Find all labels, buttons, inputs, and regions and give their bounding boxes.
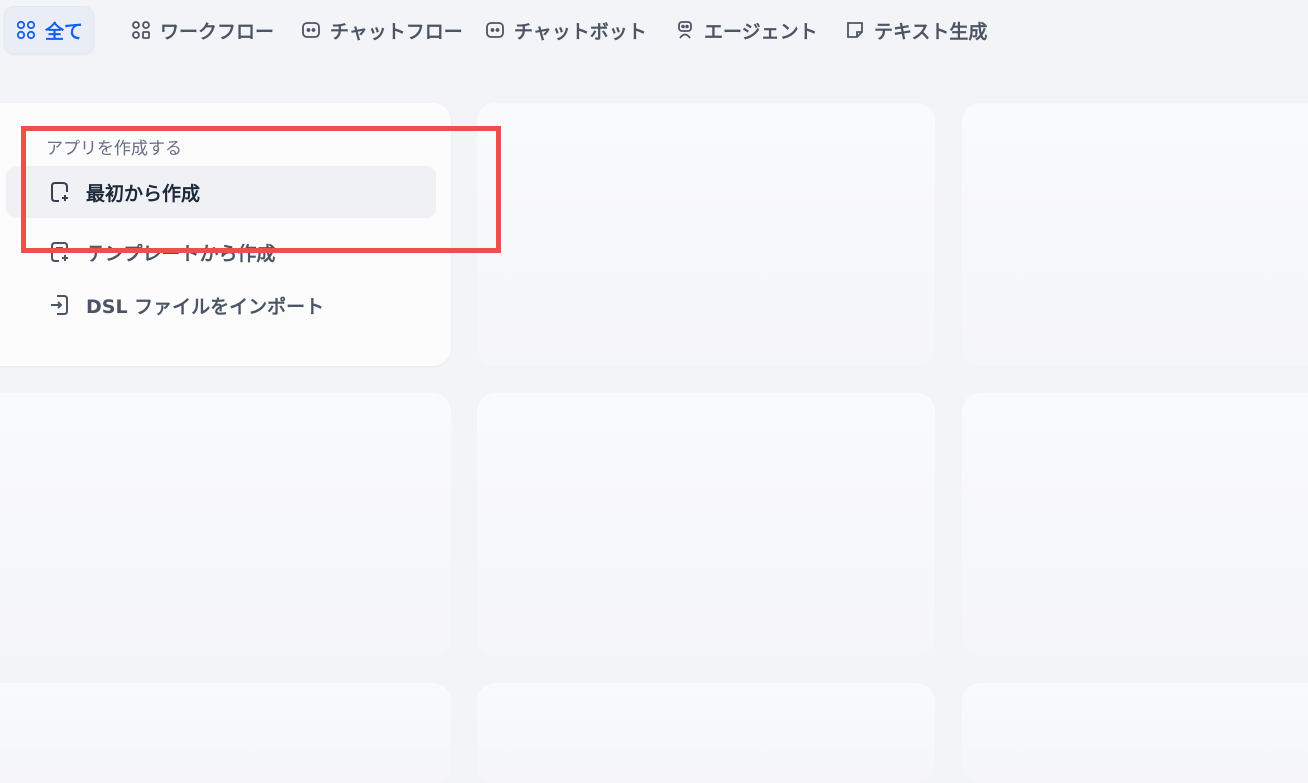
- create-from-template-button[interactable]: テンプレートから作成: [6, 226, 436, 278]
- app-card-placeholder: [962, 393, 1308, 656]
- app-card-placeholder: [0, 393, 451, 656]
- create-from-blank-button[interactable]: 最初から作成: [6, 166, 436, 218]
- chatflow-icon: [302, 22, 320, 38]
- app-card-placeholder: [962, 683, 1308, 783]
- app-card-placeholder: [477, 393, 935, 656]
- tab-text-generation[interactable]: テキスト生成: [834, 6, 997, 54]
- tab-label: テキスト生成: [874, 20, 988, 43]
- app-card-placeholder: [962, 103, 1308, 366]
- agent-icon: [678, 21, 692, 39]
- workflow-icon: [132, 21, 150, 39]
- tab-label: 全て: [45, 20, 84, 43]
- note-icon: [847, 22, 863, 38]
- chatbot-icon: [486, 22, 504, 38]
- app-type-tabs: 全て ワークフロー チャットフロー チャットボット エージェント テキスト生成: [0, 0, 1308, 60]
- template-icon: [51, 242, 68, 262]
- tab-agent[interactable]: エージェント: [664, 6, 828, 54]
- tab-label: ワークフロー: [160, 20, 275, 43]
- app-card-placeholder: [0, 683, 451, 783]
- app-card-placeholder: [477, 103, 935, 366]
- tab-chatflow[interactable]: チャットフロー: [290, 6, 473, 54]
- file-plus-icon: [51, 182, 68, 202]
- create-app-title: アプリを作成する: [46, 139, 182, 159]
- menu-item-label: DSL ファイルをインポート: [86, 295, 325, 318]
- menu-item-label: テンプレートから作成: [86, 242, 276, 265]
- tab-all[interactable]: 全て: [4, 6, 95, 54]
- tab-chatbot[interactable]: チャットボット: [474, 6, 657, 54]
- menu-item-label: 最初から作成: [86, 182, 201, 205]
- grid-icon: [16, 20, 36, 40]
- import-icon: [51, 295, 68, 315]
- tab-workflow[interactable]: ワークフロー: [120, 6, 284, 54]
- tab-label: チャットボット: [514, 20, 647, 43]
- app-card-placeholder: [477, 683, 935, 783]
- import-dsl-button[interactable]: DSL ファイルをインポート: [6, 279, 436, 331]
- tab-label: チャットフロー: [330, 20, 463, 43]
- tab-label: エージェント: [704, 20, 818, 43]
